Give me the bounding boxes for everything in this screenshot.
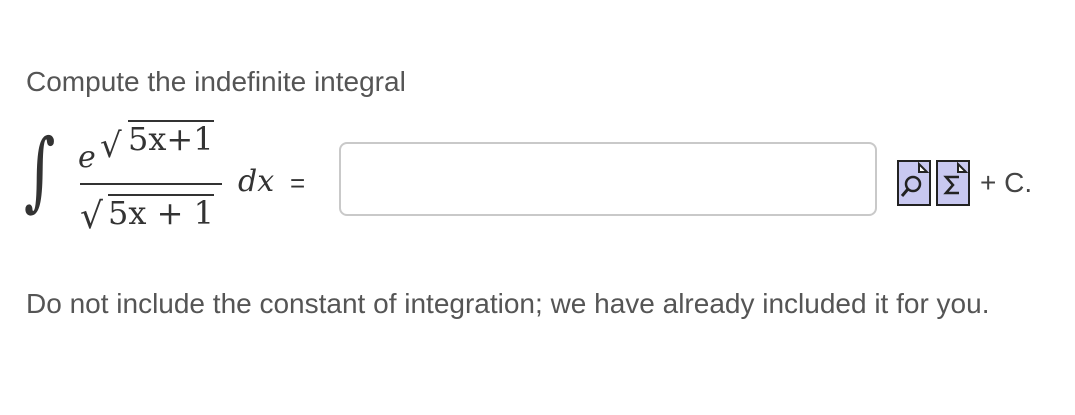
fraction-bar: [80, 183, 222, 185]
preview-icon: [900, 162, 929, 197]
differential: dx: [238, 164, 275, 199]
numerator-radical-sign: √: [100, 126, 122, 166]
numerator-exponent: 5x+1: [128, 120, 214, 158]
instruction-note: Do not include the constant of integrati…: [26, 288, 990, 319]
denominator-radicand: 5x + 1: [108, 194, 214, 232]
question-prompt: Compute the indefinite integral: [26, 66, 406, 97]
equation-editor-icon: [943, 162, 968, 195]
numerator-base: e: [78, 140, 96, 175]
equation-editor-button[interactable]: [936, 160, 970, 206]
equals-sign: =: [290, 168, 306, 198]
answer-input[interactable]: [339, 142, 877, 216]
integral-sign: ∫: [24, 121, 56, 221]
denominator-radical-sign: √: [80, 196, 103, 237]
constant-of-integration: + C.: [980, 167, 1033, 198]
preview-button[interactable]: [897, 160, 931, 206]
